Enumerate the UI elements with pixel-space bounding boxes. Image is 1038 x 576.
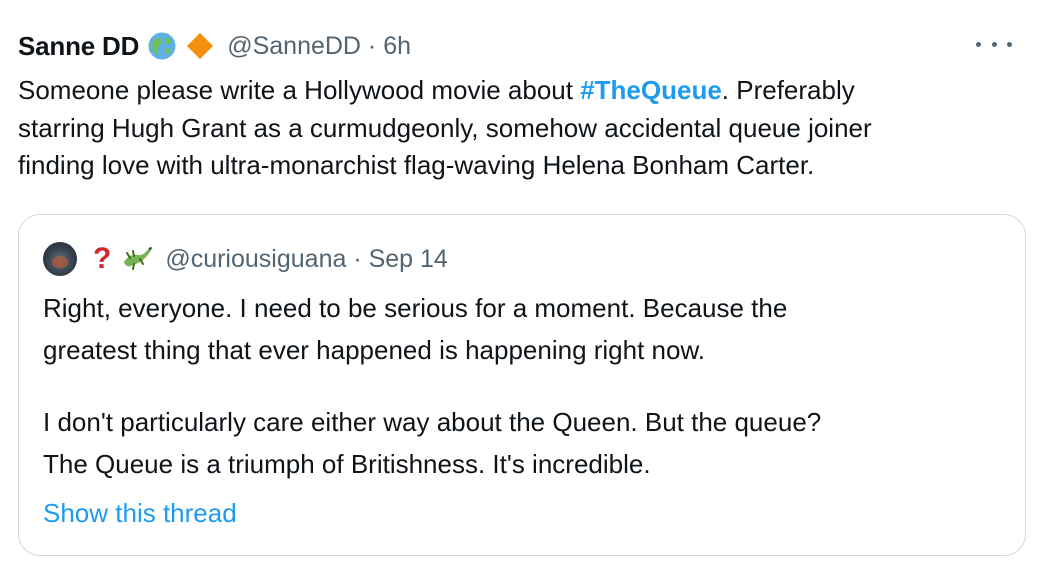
quoted-tweet-header: ? @curiousiguana · Sep 14 bbox=[43, 241, 448, 277]
quoted-handle-and-time[interactable]: @curiousiguana · Sep 14 bbox=[165, 245, 448, 274]
tweet-header: Sanne DD @SanneDD · 6h bbox=[18, 26, 1020, 66]
quoted-tweet-card[interactable]: ? @curiousiguana · Sep 14 Right, everyon… bbox=[18, 214, 1026, 556]
tweet: Sanne DD @SanneDD · 6h Someone please wr… bbox=[0, 0, 1038, 576]
lizard-icon bbox=[121, 242, 155, 277]
avatar[interactable] bbox=[43, 242, 77, 276]
red-question-mark-icon: ? bbox=[93, 242, 112, 275]
quoted-paragraph-2: I don't particularly care either way abo… bbox=[43, 407, 822, 479]
display-name[interactable]: Sanne DD bbox=[18, 31, 139, 62]
ellipsis-icon[interactable] bbox=[976, 32, 1012, 56]
handle-and-time[interactable]: @SanneDD · 6h bbox=[227, 32, 411, 61]
orange-diamond-icon bbox=[185, 31, 215, 61]
hashtag-link[interactable]: #TheQueue bbox=[580, 75, 722, 105]
globe-icon bbox=[147, 31, 177, 61]
tweet-text-line-2: starring Hugh Grant as a curmudgeonly, s… bbox=[18, 112, 872, 143]
tweet-text-line-1: Someone please write a Hollywood movie a… bbox=[18, 75, 855, 105]
show-thread-link[interactable]: Show this thread bbox=[43, 498, 237, 529]
tweet-text-line-3: finding love with ultra-monarchist flag-… bbox=[18, 150, 815, 180]
tweet-text: Someone please write a Hollywood movie a… bbox=[18, 72, 1018, 185]
quoted-paragraph-1: Right, everyone. I need to be serious fo… bbox=[43, 293, 788, 365]
